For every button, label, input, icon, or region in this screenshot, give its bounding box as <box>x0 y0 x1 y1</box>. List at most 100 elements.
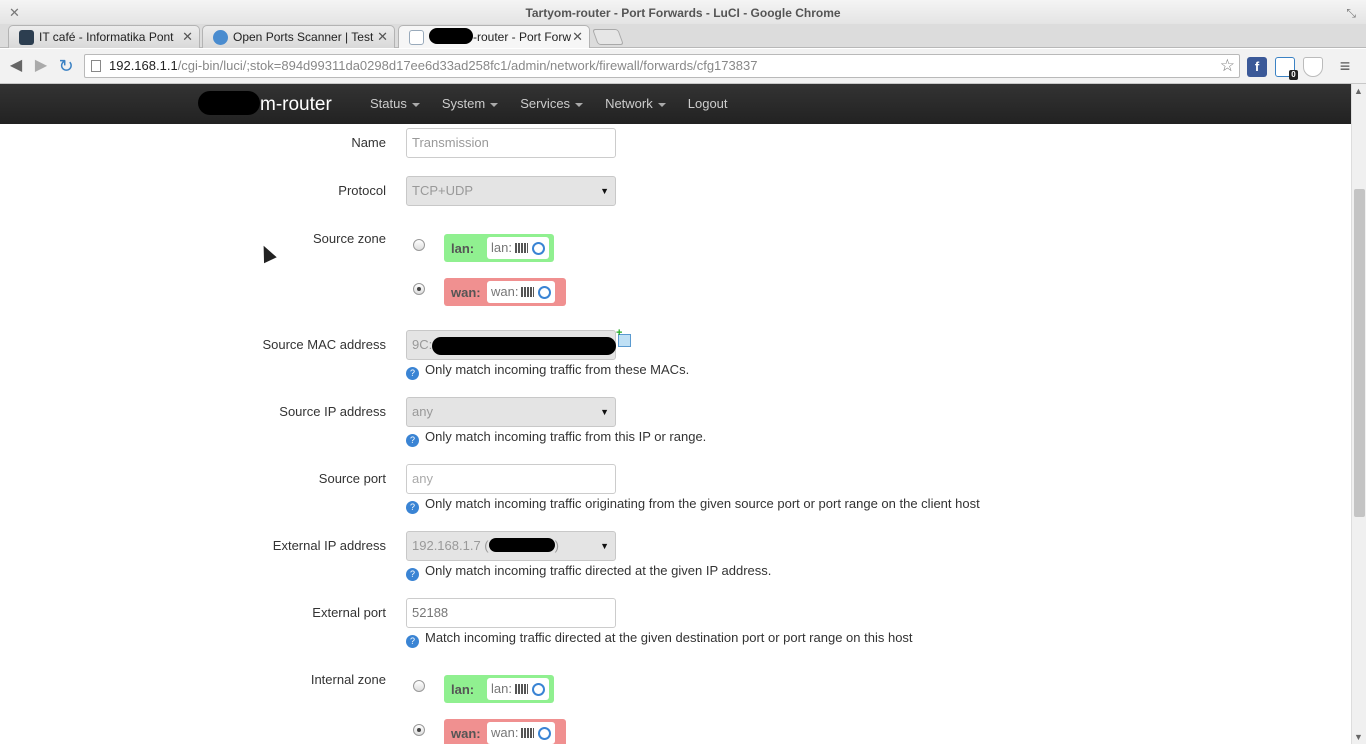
zone-interfaces: lan: <box>487 237 549 259</box>
zone-name: wan: <box>451 284 481 300</box>
source-port-input[interactable]: any <box>406 464 616 494</box>
page-scrollbar[interactable]: ▲ ▼ <box>1351 84 1366 744</box>
menu-icon[interactable]: ≡ <box>1335 56 1355 76</box>
source-port-label: Source port <box>318 471 386 486</box>
caret-down-icon <box>657 102 666 107</box>
scrollbar-thumb[interactable] <box>1354 189 1365 517</box>
source-mac-label: Source MAC address <box>262 337 386 352</box>
external-port-input[interactable]: 52188 <box>406 598 616 628</box>
menu-logout[interactable]: Logout <box>688 84 728 124</box>
zone-iface: lan: <box>491 240 512 255</box>
port-forward-form: Name Transmission Protocol TCP+UDP ▼ Sou… <box>0 124 1351 744</box>
zone-interfaces: wan: <box>487 281 556 303</box>
address-bar[interactable]: 192.168.1.1/cgi-bin/luci/;stok=894d99311… <box>84 54 1240 78</box>
hint-text: Only match incoming traffic from this IP… <box>425 429 707 444</box>
external-port-label: External port <box>312 605 386 620</box>
zone-name: lan: <box>451 240 475 256</box>
new-tab-button[interactable] <box>592 29 624 45</box>
source-port-hint: ? Only match incoming traffic originating… <box>406 496 980 514</box>
help-icon: ? <box>406 501 419 514</box>
tab-port-forwards[interactable]: -router - Port Forw ✕ <box>398 25 590 48</box>
source-ip-label: Source IP address <box>279 404 386 419</box>
zone-name: wan: <box>451 725 481 741</box>
internal-zone-lan-badge: lan: lan: <box>444 675 554 703</box>
external-ip-label: External IP address <box>272 538 386 553</box>
menu-services[interactable]: Services <box>520 84 584 124</box>
shield-extension-icon[interactable] <box>1303 57 1323 77</box>
hint-text: Only match incoming traffic from these M… <box>425 362 690 377</box>
protocol-select[interactable]: TCP+UDP ▼ <box>406 176 616 206</box>
brand-logo[interactable]: m-router <box>198 91 332 116</box>
internal-zone-lan-radio[interactable] <box>413 680 425 692</box>
source-mac-hint: ? Only match incoming traffic from these … <box>406 362 689 380</box>
tab-close-icon[interactable]: ✕ <box>377 26 388 48</box>
wifi-icon <box>531 242 545 255</box>
ethernet-icon <box>521 287 535 297</box>
source-ip-value: any <box>412 404 433 419</box>
tab-open-ports-scanner[interactable]: Open Ports Scanner | Test ✕ <box>202 25 395 48</box>
menu-label: Status <box>370 96 407 111</box>
zone-name: lan: <box>451 681 475 697</box>
window-restore-icon[interactable]: ⤡ <box>1346 0 1356 26</box>
source-zone-wan-radio[interactable] <box>413 283 425 295</box>
caret-down-icon <box>490 102 499 107</box>
luci-header: m-router Status System Services Network … <box>0 84 1351 124</box>
ethernet-icon <box>521 728 535 738</box>
hint-text: Only match incoming traffic originating … <box>425 496 980 511</box>
tab-label: -router - Port Forw <box>473 30 572 44</box>
wifi-icon <box>538 727 552 740</box>
brand-name: m-router <box>260 94 332 115</box>
bookmark-star-icon[interactable]: ☆ <box>1220 55 1235 77</box>
redacted-mark <box>429 28 473 44</box>
redacted-mark <box>432 337 616 355</box>
window-close-icon[interactable]: ✕ <box>9 0 20 26</box>
hint-text: Match incoming traffic directed at the g… <box>425 630 913 645</box>
browser-toolbar: ◀ ▶ ↻ 192.168.1.1/cgi-bin/luci/;stok=894… <box>0 49 1366 84</box>
facebook-extension-icon[interactable]: f <box>1247 57 1267 77</box>
hint-text: Only match incoming traffic directed at … <box>425 563 772 578</box>
redacted-mark <box>488 538 555 552</box>
dropdown-arrow-icon: ▼ <box>600 186 609 196</box>
menu-system[interactable]: System <box>442 84 499 124</box>
url-path: /cgi-bin/luci/;stok=894d99311da0298d17ee… <box>177 58 758 73</box>
tab-it-cafe[interactable]: IT café - Informatika Pont ✕ <box>8 25 200 48</box>
name-input[interactable]: Transmission <box>406 128 616 158</box>
forward-arrow-icon[interactable]: ▶ <box>31 56 51 76</box>
tab-close-icon[interactable]: ✕ <box>182 26 193 48</box>
menu-status[interactable]: Status <box>370 84 420 124</box>
source-zone-lan-radio[interactable] <box>413 239 425 251</box>
scroll-up-icon[interactable]: ▲ <box>1354 86 1363 96</box>
zone-iface: wan: <box>491 725 519 740</box>
help-icon: ? <box>406 367 419 380</box>
external-ip-select[interactable]: 192.168.1.7 () ▼ <box>406 531 616 561</box>
scroll-down-icon[interactable]: ▼ <box>1354 732 1363 742</box>
help-icon: ? <box>406 434 419 447</box>
globe-icon <box>213 30 228 45</box>
help-icon: ? <box>406 568 419 581</box>
add-mac-icon[interactable] <box>616 327 631 347</box>
redacted-mark <box>198 91 260 115</box>
external-ip-hint: ? Only match incoming traffic directed at… <box>406 563 771 581</box>
source-ip-select[interactable]: any ▼ <box>406 397 616 427</box>
reload-icon[interactable]: ↻ <box>56 56 76 76</box>
tab-close-icon[interactable]: ✕ <box>572 26 583 48</box>
ghostery-extension-icon[interactable]: 0 <box>1275 57 1298 80</box>
help-icon: ? <box>406 635 419 648</box>
protocol-label: Protocol <box>338 183 386 198</box>
source-zone-wan-badge: wan: wan: <box>444 278 566 306</box>
back-arrow-icon[interactable]: ◀ <box>6 56 26 76</box>
url-host: 192.168.1.1 <box>109 58 178 73</box>
external-ip-value: 192.168.1.7 ( <box>412 538 489 553</box>
ethernet-icon <box>514 243 528 253</box>
menu-label: Services <box>520 96 571 111</box>
internal-zone-wan-radio[interactable] <box>413 724 425 736</box>
internal-zone-label: Internal zone <box>310 672 386 687</box>
name-label: Name <box>351 135 386 150</box>
zone-iface: lan: <box>491 681 512 696</box>
external-port-hint: ? Match incoming traffic directed at the … <box>406 630 913 648</box>
caret-down-icon <box>575 102 584 107</box>
tab-label: IT café - Informatika Pont <box>39 30 174 44</box>
menu-label: Logout <box>687 96 728 111</box>
caret-down-icon <box>411 102 420 107</box>
menu-network[interactable]: Network <box>605 84 666 124</box>
